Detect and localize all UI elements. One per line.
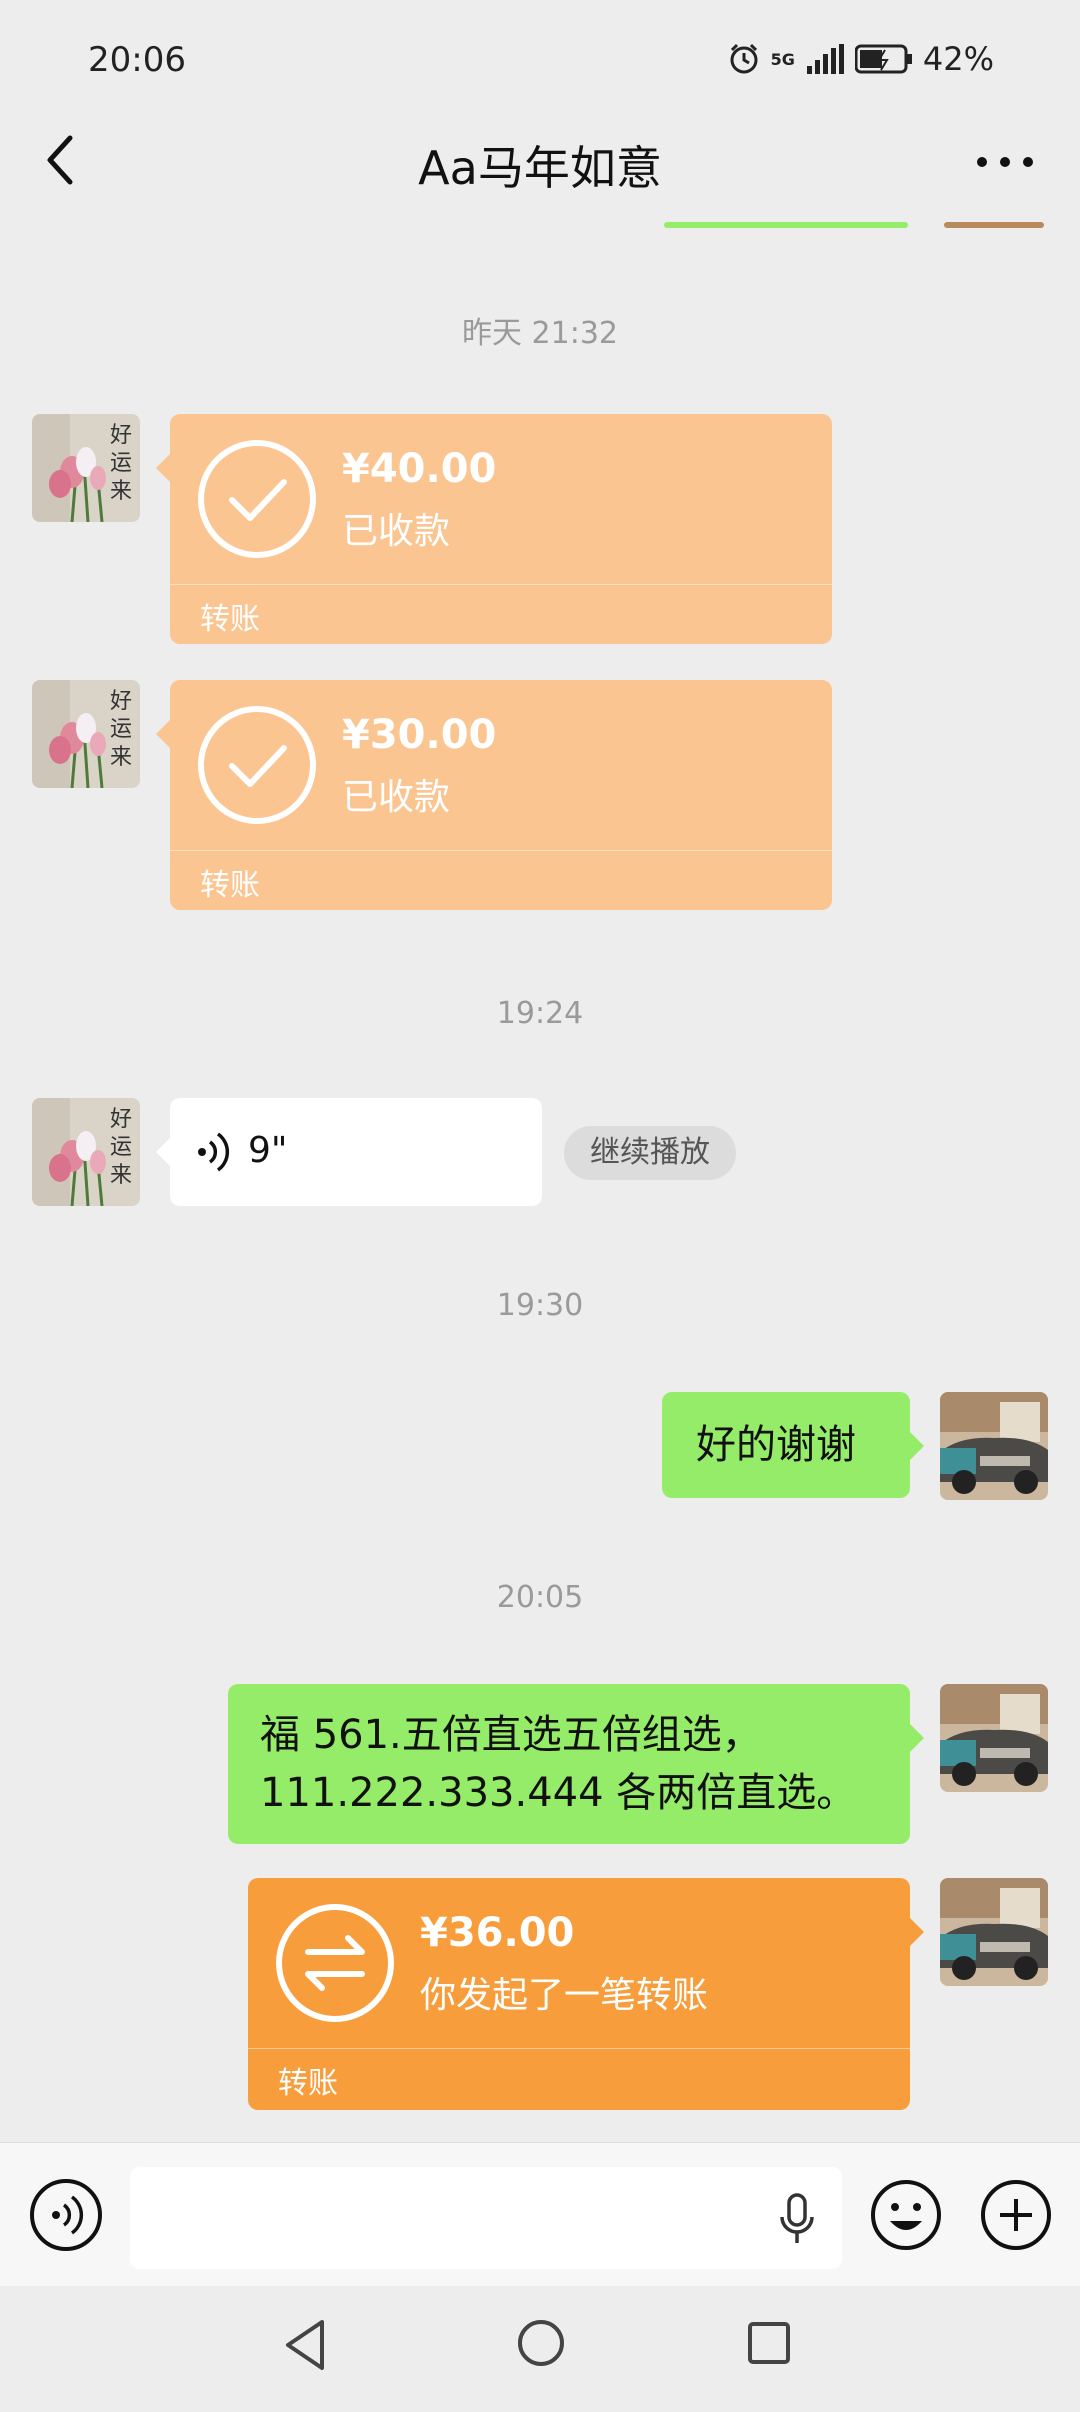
- message-text-line: 福 561.五倍直选五倍组选，: [260, 1712, 762, 1758]
- svg-text:来: 来: [110, 745, 132, 770]
- voice-wave-icon: [198, 1132, 230, 1172]
- battery-icon: [854, 44, 912, 74]
- signal-icon: [806, 44, 844, 74]
- transfer-status: 你发起了一笔转账: [420, 1975, 709, 2016]
- svg-text:来: 来: [110, 1163, 132, 1188]
- my-avatar[interactable]: [940, 1684, 1048, 1792]
- contact-avatar[interactable]: 好 运 来: [32, 680, 140, 788]
- svg-text:好: 好: [110, 689, 132, 714]
- check-circle-icon: [198, 706, 316, 824]
- bubble-tail: [910, 1724, 924, 1752]
- input-bar: [0, 2142, 1080, 2286]
- battery-percent: 42%: [922, 40, 994, 78]
- contact-avatar[interactable]: 好 运 来: [32, 414, 140, 522]
- nav-home-icon[interactable]: [516, 2318, 566, 2368]
- timestamp: 19:30: [496, 1288, 584, 1323]
- message-text: 好的谢谢: [696, 1422, 856, 1468]
- timestamp: 昨天 21:32: [462, 316, 618, 351]
- nav-back-icon[interactable]: [282, 2318, 330, 2372]
- transfer-card-sent[interactable]: ¥36.00 你发起了一笔转账 转账: [248, 1878, 924, 2110]
- network-type: 5G: [770, 49, 795, 69]
- nav-recents-icon[interactable]: [746, 2320, 792, 2366]
- transfer-amount: ¥40.00: [342, 446, 497, 492]
- system-nav-bar: [0, 2286, 1080, 2412]
- sent-text-bubble[interactable]: 福 561.五倍直选五倍组选， 111.222.333.444 各两倍直选。: [228, 1684, 924, 1844]
- svg-text:运: 运: [110, 1135, 132, 1160]
- bubble-tail: [910, 1432, 924, 1460]
- chat-title: Aa马年如意: [418, 141, 662, 195]
- voice-wave-icon: [52, 2195, 84, 2235]
- message-input[interactable]: [130, 2167, 842, 2269]
- message-text-line: 111.222.333.444 各两倍直选。: [260, 1770, 857, 1816]
- microphone-icon[interactable]: [778, 2193, 816, 2245]
- bubble-tail: [156, 1138, 170, 1166]
- voice-message[interactable]: 9": [156, 1098, 542, 1206]
- transfer-amount: ¥30.00: [342, 712, 497, 758]
- transfer-status: 已收款: [342, 511, 451, 552]
- emoji-icon[interactable]: [870, 2179, 942, 2251]
- transfer-kind: 转账: [200, 868, 260, 903]
- transfer-card-received[interactable]: ¥40.00 已收款 转账: [156, 414, 832, 644]
- status-time: 20:06: [88, 40, 186, 80]
- svg-text:好: 好: [110, 423, 132, 448]
- voice-input-toggle[interactable]: [30, 2179, 102, 2251]
- transfer-kind: 转账: [278, 2066, 338, 2101]
- svg-text:好: 好: [110, 1107, 132, 1132]
- divider: [170, 850, 832, 851]
- sent-text-bubble[interactable]: 好的谢谢: [662, 1392, 924, 1498]
- transfer-card-received[interactable]: ¥30.00 已收款 转账: [156, 680, 832, 910]
- bubble-tail: [910, 1918, 924, 1946]
- status-icons: 5G 42%: [727, 40, 994, 78]
- bubble-tail: [156, 454, 170, 482]
- plus-icon[interactable]: [980, 2179, 1052, 2251]
- svg-text:来: 来: [110, 479, 132, 504]
- continue-play-button[interactable]: 继续播放: [564, 1126, 736, 1180]
- my-avatar[interactable]: [940, 1878, 1048, 1986]
- contact-avatar[interactable]: 好 运 来: [32, 1098, 140, 1206]
- alarm-icon: [730, 43, 758, 74]
- status-bar: 20:06 5G 42%: [0, 0, 1080, 120]
- bubble-tail: [156, 720, 170, 748]
- divider: [248, 2048, 910, 2049]
- scroll-hint-bubble: [664, 222, 908, 228]
- timestamp: 20:05: [496, 1580, 584, 1615]
- check-circle-icon: [198, 440, 316, 558]
- timestamp: 19:24: [496, 996, 584, 1031]
- transfer-amount: ¥36.00: [420, 1910, 575, 1956]
- transfer-status: 已收款: [342, 777, 451, 818]
- voice-duration: 9": [248, 1130, 288, 1171]
- divider: [170, 584, 832, 585]
- transfer-kind: 转账: [200, 602, 260, 637]
- my-avatar[interactable]: [940, 1392, 1048, 1500]
- scroll-hint-avatar: [944, 222, 1044, 228]
- transfer-arrows-icon: [276, 1904, 394, 2022]
- svg-text:运: 运: [110, 717, 132, 742]
- svg-text:运: 运: [110, 451, 132, 476]
- more-icon[interactable]: [970, 140, 1040, 184]
